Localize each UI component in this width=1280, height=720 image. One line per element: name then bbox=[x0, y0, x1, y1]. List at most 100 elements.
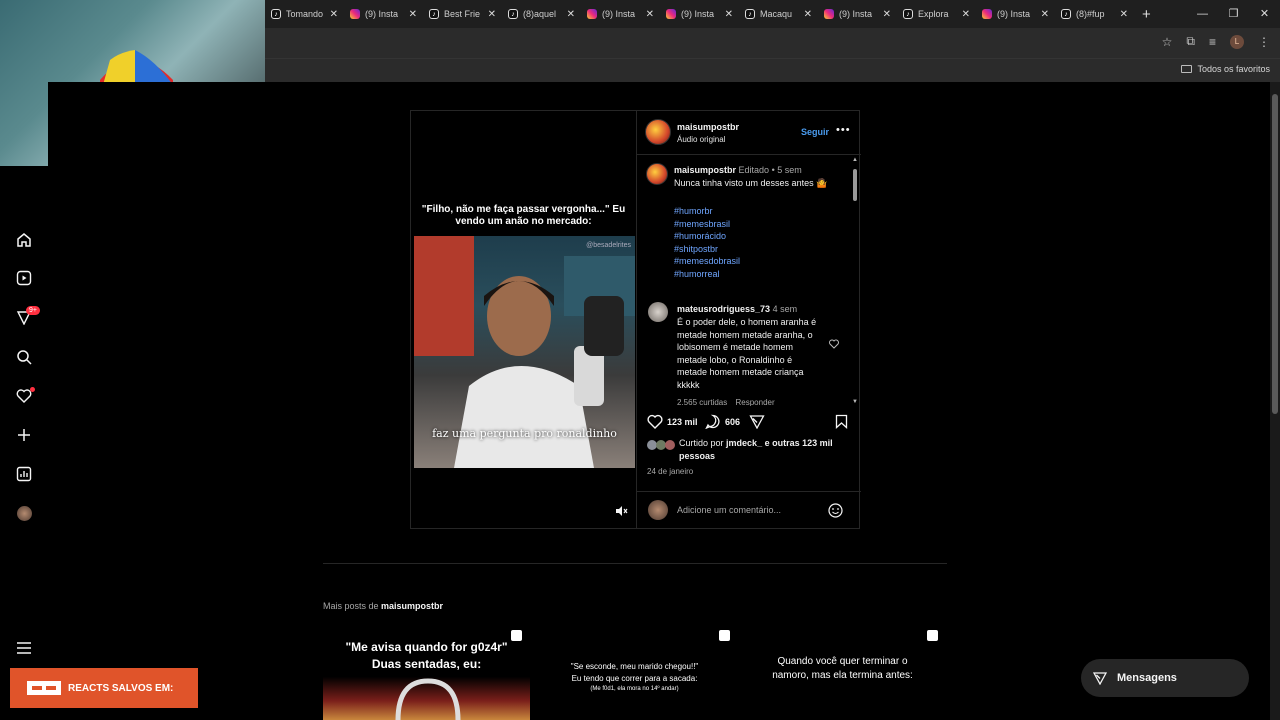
more-post-thumbnail-2[interactable]: "Se esconde, meu marido chegou!!" Eu ten… bbox=[531, 624, 738, 720]
media-control-icon[interactable]: ≡ bbox=[1209, 35, 1216, 49]
tab-close-icon[interactable]: ✕ bbox=[1120, 9, 1128, 20]
comments-scroll-thumb[interactable] bbox=[853, 169, 857, 201]
save-bookmark-icon[interactable] bbox=[835, 414, 848, 429]
restore-icon[interactable]: ❐ bbox=[1218, 0, 1249, 28]
comment-like-icon[interactable] bbox=[829, 339, 839, 349]
browser-tab[interactable]: (9) Insta ✕ bbox=[344, 0, 423, 28]
comment-reply-button[interactable]: Responder bbox=[736, 398, 775, 406]
caption-time: 5 sem bbox=[777, 165, 802, 175]
likers-avatars bbox=[647, 440, 675, 450]
caption-author[interactable]: maisumpostbr bbox=[674, 165, 736, 175]
more-options-icon[interactable]: ••• bbox=[836, 124, 851, 136]
create-plus-icon[interactable] bbox=[14, 425, 34, 445]
scroll-up-icon[interactable]: ▲ bbox=[852, 157, 858, 163]
profile-avatar-icon[interactable] bbox=[14, 503, 34, 523]
post-header: maisumpostbr Áudio original Seguir ••• bbox=[637, 111, 861, 155]
extensions-icon[interactable]: ⧉ bbox=[1186, 34, 1195, 49]
emoji-icon[interactable] bbox=[828, 503, 843, 518]
dashboard-icon[interactable] bbox=[14, 464, 34, 484]
caption-author-avatar[interactable] bbox=[646, 163, 668, 185]
browser-tab[interactable]: ♪ Macaqu ✕ bbox=[739, 0, 818, 28]
tab-label: (9) Insta bbox=[602, 9, 636, 19]
hashtag-link[interactable]: #shitpostbr bbox=[674, 244, 718, 254]
more-posts-title: Mais posts de maisumpostbr bbox=[323, 601, 444, 611]
scrollbar-thumb[interactable] bbox=[1272, 94, 1278, 414]
tab-close-icon[interactable]: ✕ bbox=[330, 9, 338, 20]
tab-close-icon[interactable]: ✕ bbox=[409, 9, 417, 20]
comment-author[interactable]: mateusrodriguess_73 bbox=[677, 304, 770, 314]
browser-tab[interactable]: ♪ Tomando ✕ bbox=[265, 0, 344, 28]
page-scrollbar[interactable] bbox=[1270, 82, 1280, 720]
comment-time: 4 sem bbox=[772, 304, 798, 314]
hashtag-link[interactable]: #memesbrasil bbox=[674, 219, 730, 229]
tab-label: (8)#fup bbox=[1076, 9, 1105, 19]
hashtag-link[interactable]: #memesdobrasil bbox=[674, 256, 740, 266]
thumbnail-1-image bbox=[395, 678, 461, 720]
comments-scrollbar[interactable]: ▲ ▼ bbox=[851, 157, 859, 405]
hashtag-link[interactable]: #humorbr bbox=[674, 206, 713, 216]
menu-hamburger-icon[interactable] bbox=[14, 638, 34, 658]
author-username[interactable]: maisumpostbr bbox=[677, 122, 739, 132]
follow-button[interactable]: Seguir bbox=[801, 127, 829, 137]
close-window-icon[interactable]: ✕ bbox=[1249, 0, 1280, 28]
tiktok-favicon-icon: ♪ bbox=[508, 9, 518, 19]
reel-video[interactable]: "Filho, não me faça passar vergonha..." … bbox=[411, 111, 636, 528]
home-icon[interactable] bbox=[14, 230, 34, 250]
comment-likes[interactable]: 2.565 curtidas bbox=[677, 398, 727, 406]
browser-tab[interactable]: ♪ (8)aquel ✕ bbox=[502, 0, 581, 28]
messages-button[interactable]: Mensagens bbox=[1081, 659, 1249, 697]
browser-tab[interactable]: ♪ Explora ✕ bbox=[897, 0, 976, 28]
tab-close-icon[interactable]: ✕ bbox=[883, 9, 891, 20]
tab-label: (9) Insta bbox=[997, 9, 1031, 19]
liked-by-user[interactable]: jmdeck_ bbox=[726, 438, 762, 448]
tab-close-icon[interactable]: ✕ bbox=[488, 9, 496, 20]
minimize-icon[interactable]: — bbox=[1187, 0, 1218, 28]
all-bookmarks-button[interactable]: Todos os favoritos bbox=[1181, 64, 1270, 74]
more-post-thumbnail-1[interactable]: "Me avisa quando for g0z4r" Duas sentada… bbox=[323, 624, 530, 720]
comment-icon[interactable] bbox=[705, 414, 721, 429]
like-icon[interactable] bbox=[647, 414, 663, 429]
audio-label[interactable]: Áudio original bbox=[677, 135, 725, 144]
notification-dot bbox=[30, 387, 35, 392]
more-posts-author[interactable]: maisumpostbr bbox=[381, 601, 443, 611]
reel-icon bbox=[719, 630, 730, 641]
more-post-thumbnail-3[interactable]: Quando você quer terminar o namoro, mas … bbox=[739, 624, 946, 720]
scroll-down-icon[interactable]: ▼ bbox=[852, 399, 858, 405]
hashtag-link[interactable]: #humorácido bbox=[674, 231, 726, 241]
browser-tab[interactable]: (9) Insta ✕ bbox=[976, 0, 1055, 28]
reels-icon[interactable] bbox=[14, 268, 34, 288]
comment-text-line: lobisomem é metade homem bbox=[677, 342, 794, 353]
browser-tab[interactable]: (9) Insta ✕ bbox=[660, 0, 739, 28]
hashtag-link[interactable]: #humorreal bbox=[674, 269, 720, 279]
likes-count[interactable]: 123 mil bbox=[667, 417, 698, 427]
commenter-avatar[interactable] bbox=[648, 302, 668, 322]
tab-close-icon[interactable]: ✕ bbox=[1041, 9, 1049, 20]
browser-tab[interactable]: (9) Insta ✕ bbox=[581, 0, 660, 28]
comment-text-line: kkkkk bbox=[677, 380, 700, 390]
tab-close-icon[interactable]: ✕ bbox=[646, 9, 654, 20]
search-icon[interactable] bbox=[14, 347, 34, 367]
tab-close-icon[interactable]: ✕ bbox=[567, 9, 575, 20]
mute-icon[interactable] bbox=[614, 504, 628, 518]
share-icon[interactable] bbox=[749, 414, 765, 429]
comment-text-line: metade lobo, o Ronaldinho é bbox=[677, 354, 793, 365]
browser-tab[interactable]: (9) Insta ✕ bbox=[818, 0, 897, 28]
bookmark-star-icon[interactable]: ☆ bbox=[1162, 35, 1173, 49]
add-comment-bar: Adicione um comentário... bbox=[637, 491, 861, 528]
browser-tab[interactable]: ♪ Best Frie ✕ bbox=[423, 0, 502, 28]
tab-close-icon[interactable]: ✕ bbox=[962, 9, 970, 20]
caption-text: Nunca tinha visto um desses antes 🤷 bbox=[674, 178, 828, 188]
browser-tab[interactable]: ♪ (8)#fup ✕ bbox=[1055, 0, 1134, 28]
tab-close-icon[interactable]: ✕ bbox=[804, 9, 812, 20]
browser-profile-avatar[interactable]: L bbox=[1230, 34, 1244, 49]
folder-icon bbox=[1181, 65, 1193, 73]
comments-count[interactable]: 606 bbox=[725, 417, 740, 427]
author-avatar[interactable] bbox=[645, 119, 671, 145]
browser-menu-icon[interactable]: ⋮ bbox=[1258, 35, 1270, 49]
new-tab-button[interactable]: + bbox=[1142, 6, 1151, 23]
browser-tab-strip: ♪ Tomando ✕ (9) Insta ✕ ♪ Best Frie ✕ ♪ (8)aquel ✕… bbox=[265, 0, 1280, 28]
tab-close-icon[interactable]: ✕ bbox=[725, 9, 733, 20]
tab-label: (9) Insta bbox=[839, 9, 873, 19]
tab-label: (9) Insta bbox=[681, 9, 715, 19]
add-comment-input[interactable]: Adicione um comentário... bbox=[677, 505, 781, 515]
